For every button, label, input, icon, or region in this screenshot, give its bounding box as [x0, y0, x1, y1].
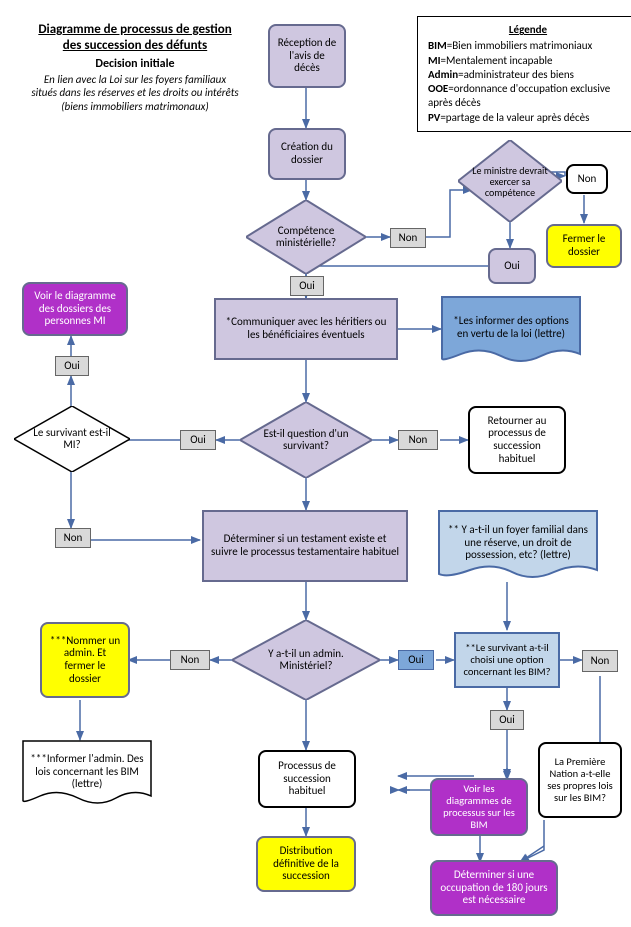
node-reception: Réception de l'avis de décès: [268, 24, 346, 88]
label-non-ministre: Non: [566, 164, 608, 194]
node-determiner-testament-text: Déterminer si un testament existe et sui…: [210, 533, 400, 558]
label-non-survivant: Non: [398, 430, 438, 450]
node-survivant-choisi-text: **Le survivant a-t-il choisi une option …: [462, 642, 552, 678]
node-fermer: Fermer le dossier: [546, 224, 622, 268]
node-premiere-nation-text: La Première Nation a-t-elle ses propres …: [546, 756, 614, 804]
label-non-competence: Non: [390, 228, 426, 248]
node-admin-min-text: Y a-t-il un admin. Ministériel?: [246, 648, 366, 672]
label-oui-survivant: Oui: [180, 430, 216, 450]
node-competence: Compétence ministérielle?: [246, 200, 366, 274]
title-note1: En lien avec la Loi sur les foyers famil…: [44, 73, 226, 86]
label-oui-mi: Oui: [55, 356, 89, 376]
title-line1: Diagramme de processus de gestion: [38, 22, 231, 37]
node-communiquer: *Communiquer avec les héritiers ou les b…: [214, 298, 398, 360]
node-voir-bim-text: Voir les diagrammes de processus sur les…: [438, 783, 520, 831]
node-processus-hab: Processus de succession habituel: [258, 750, 356, 808]
node-retourner-text: Retourner au processus de succession hab…: [476, 415, 558, 466]
legend-title: Légende: [428, 23, 628, 37]
title-note2: situés dans les réserves et les droits o…: [31, 86, 238, 99]
legend-key: MI: [428, 54, 441, 67]
node-determiner-180: Déterminer si une occupation de 180 jour…: [430, 860, 558, 916]
label-non-admin: Non: [170, 650, 210, 670]
legend-value: =administrateur des biens: [458, 68, 574, 81]
node-voir-mi: Voir le diagramme des dossiers des perso…: [22, 282, 128, 336]
node-creation: Création du dossier: [268, 128, 346, 180]
legend-row: Admin=administrateur des biens: [428, 68, 628, 82]
legend-rows: BIM=Bien immobiliers matrimoniauxMI=Ment…: [428, 39, 628, 125]
node-survivant-mi: Le survivant est-il MI?: [14, 406, 130, 472]
node-oui-ministre: Oui: [488, 248, 536, 284]
node-voir-bim: Voir les diagrammes de processus sur les…: [430, 778, 528, 836]
title-note3: (biens immobiliers matrimonaux): [61, 100, 209, 113]
label-non-survchoisi: Non: [582, 650, 618, 672]
legend-box: Légende BIM=Bien immobiliers matrimoniau…: [417, 16, 631, 132]
label-oui-competence: Oui: [290, 276, 324, 296]
node-ministre: Le ministre devrait exercer sa compétenc…: [458, 140, 562, 222]
legend-row: OOE=ordonnance d'occupation exclusive ap…: [428, 82, 628, 111]
node-nommer-admin: ***Nommer un admin. Et fermer le dossier: [40, 622, 130, 698]
node-processus-hab-text: Processus de succession habituel: [266, 760, 348, 798]
node-survivant-choisi: **Le survivant a-t-il choisi une option …: [454, 632, 560, 688]
node-determiner-180-text: Déterminer si une occupation de 180 jour…: [438, 869, 550, 907]
node-reception-text: Réception de l'avis de décès: [276, 37, 338, 75]
node-oui-ministre-text: Oui: [504, 260, 520, 273]
node-survivant-mi-text: Le survivant est-il MI?: [28, 427, 116, 451]
node-question-survivant: Est-il question d'un survivant?: [240, 402, 372, 478]
node-admin-min: Y a-t-il un admin. Ministériel?: [232, 620, 380, 700]
node-determiner-testament: Déterminer si un testament existe et sui…: [202, 510, 408, 582]
legend-key: BIM: [428, 39, 447, 52]
title-block: Diagramme de processus de gestion des su…: [10, 22, 260, 114]
node-voir-mi-text: Voir le diagramme des dossiers des perso…: [30, 290, 120, 328]
node-fermer-text: Fermer le dossier: [554, 233, 614, 258]
legend-value: =partage de la valeur après décès: [440, 111, 589, 124]
node-ministre-text: Le ministre devrait exercer sa compétenc…: [466, 165, 554, 198]
title-line2: des succession des défunts: [63, 38, 207, 53]
node-premiere-nation: La Première Nation a-t-elle ses propres …: [538, 742, 622, 818]
legend-row: MI=Mentalement incapable: [428, 54, 628, 68]
legend-key: Admin: [428, 68, 458, 81]
node-question-survivant-text: Est-il question d'un survivant?: [254, 428, 358, 452]
node-foyer: ** Y a-t-il un foyer familial dans une r…: [438, 510, 598, 584]
node-competence-text: Compétence ministérielle?: [260, 225, 352, 249]
node-informer-options-text: *Les informer des options en vertu de la…: [447, 315, 575, 340]
node-foyer-text: ** Y a-t-il un foyer familial dans une r…: [444, 524, 592, 562]
legend-key: OOE: [428, 82, 448, 95]
legend-key: PV: [428, 111, 440, 124]
title-sub: Decision initiale: [10, 57, 260, 71]
node-informer-admin: ***Informer l'admin. Des lois concernant…: [22, 740, 152, 810]
legend-value: =Bien immobiliers matrimoniaux: [447, 39, 593, 52]
legend-row: PV=partage de la valeur après décès: [428, 111, 628, 125]
node-nommer-admin-text: ***Nommer un admin. Et fermer le dossier: [48, 635, 122, 686]
legend-value: =ordonnance d'occupation exclusive après…: [428, 82, 610, 109]
node-informer-admin-text: ***Informer l'admin. Des lois concernant…: [28, 753, 146, 791]
label-non-mi: Non: [55, 528, 91, 548]
node-distribution-text: Distribution définitive de la succession: [264, 845, 348, 883]
label-oui-survchoisi: Oui: [490, 710, 524, 730]
node-creation-text: Création du dossier: [276, 141, 338, 166]
node-retourner: Retourner au processus de succession hab…: [468, 406, 566, 474]
node-distribution: Distribution définitive de la succession: [256, 836, 356, 892]
node-informer-options: *Les informer des options en vertu de la…: [441, 296, 581, 368]
legend-row: BIM=Bien immobiliers matrimoniaux: [428, 39, 628, 53]
node-communiquer-text: *Communiquer avec les héritiers ou les b…: [222, 316, 390, 341]
legend-value: =Mentalement incapable: [441, 54, 553, 67]
label-oui-admin: Oui: [398, 650, 434, 670]
